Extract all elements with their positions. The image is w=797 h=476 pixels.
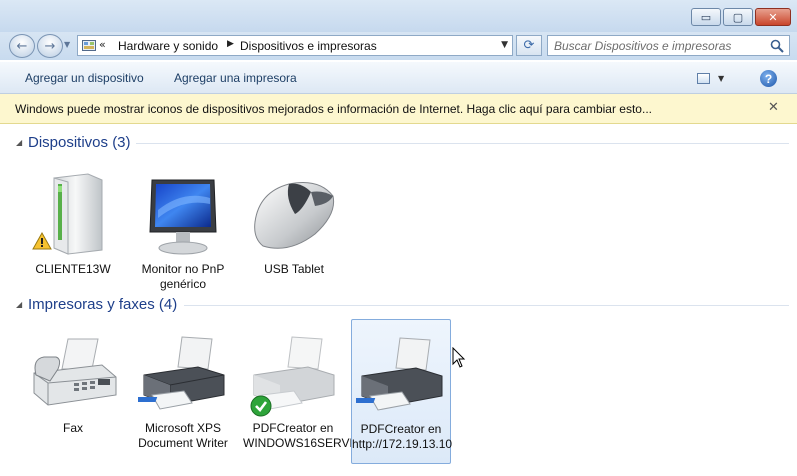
collapse-triangle-icon[interactable]: ◢	[16, 138, 22, 147]
device-item-cliente13w[interactable]: CLIENTE13W	[23, 170, 123, 277]
fax-icon	[28, 329, 118, 419]
printer-item-pdfcreator-http[interactable]: PDFCreator en http://172.19.13.10	[351, 319, 453, 464]
recent-pages-dropdown[interactable]: ▼	[64, 40, 70, 49]
mouse-icon	[249, 170, 339, 260]
back-arrow-icon: ←	[16, 38, 28, 54]
group-title-printers: Impresoras y faxes (4)	[28, 296, 178, 313]
search-box[interactable]	[547, 35, 790, 56]
group-divider	[136, 143, 789, 144]
printer-label: Fax	[62, 421, 83, 435]
address-dropdown-button[interactable]: ▼	[501, 40, 508, 50]
help-button[interactable]: ?	[760, 70, 777, 87]
refresh-icon: ⟳	[523, 38, 535, 53]
refresh-button[interactable]: ⟳	[516, 35, 542, 56]
forward-arrow-icon: →	[44, 38, 56, 54]
close-button[interactable]: ✕	[755, 8, 791, 26]
printer-icon	[135, 329, 228, 419]
search-input[interactable]	[554, 38, 759, 53]
group-header-printers[interactable]: ◢ Impresoras y faxes (4)	[16, 296, 796, 314]
add-printer-button[interactable]: Agregar una impresora	[174, 71, 297, 85]
printer-label: PDFCreator en http://172.19.13.10	[352, 422, 453, 451]
group-divider	[184, 305, 789, 306]
add-device-button[interactable]: Agregar un dispositivo	[25, 71, 144, 85]
device-label: Monitor no PnP genérico	[141, 262, 225, 291]
printer-icon	[248, 329, 338, 419]
printer-label: Microsoft XPS Document Writer	[138, 421, 228, 450]
printer-item-microsoft-xps[interactable]: Microsoft XPS Document Writer	[133, 329, 233, 451]
close-icon: ✕	[768, 10, 778, 24]
device-label: CLIENTE13W	[35, 262, 111, 276]
info-bar-close-button[interactable]: ✕	[768, 100, 779, 115]
breadcrumb-overflow-button[interactable]: «	[99, 38, 106, 51]
warning-icon	[32, 232, 52, 250]
info-bar-message[interactable]: Windows puede mostrar iconos de disposit…	[15, 102, 652, 116]
mouse-cursor-icon	[452, 347, 466, 368]
control-panel-icon	[82, 40, 96, 51]
device-item-usb-tablet[interactable]: USB Tablet	[244, 170, 344, 277]
info-bar[interactable]: Windows puede mostrar iconos de disposit…	[0, 94, 797, 124]
command-bar: Agregar un dispositivo Agregar una impre…	[0, 62, 797, 94]
minimize-button[interactable]: ▭	[691, 8, 721, 26]
address-row: ← → ▼ « Hardware y sonido ▶ Dispositivos…	[0, 32, 797, 60]
minimize-icon: ▭	[700, 10, 712, 24]
window-controls: ▭ ▢ ✕	[691, 8, 791, 26]
maximize-icon: ▢	[732, 10, 744, 24]
computer-tower-icon	[28, 170, 118, 260]
printer-item-fax[interactable]: Fax	[23, 329, 123, 436]
monitor-icon	[138, 170, 228, 260]
change-view-button[interactable]: ▼	[697, 70, 733, 86]
device-item-monitor[interactable]: Monitor no PnP genérico	[133, 170, 233, 292]
device-label: USB Tablet	[264, 262, 324, 276]
forward-button[interactable]: →	[37, 34, 63, 58]
breadcrumb-dispositivos-e-impresoras[interactable]: Dispositivos e impresoras	[240, 39, 377, 53]
address-bar[interactable]: « Hardware y sonido ▶ Dispositivos e imp…	[77, 35, 513, 56]
title-bar: ▭ ▢ ✕	[0, 0, 797, 32]
printer-label: PDFCreator en WINDOWS16SERVER	[243, 421, 367, 450]
group-title-devices: Dispositivos (3)	[28, 134, 131, 151]
default-check-icon	[250, 395, 272, 417]
view-icon	[697, 72, 710, 84]
search-icon[interactable]	[770, 39, 784, 53]
breadcrumb-separator[interactable]: ▶	[227, 39, 234, 49]
back-button[interactable]: ←	[9, 34, 35, 58]
printer-item-pdfcreator-windows16server[interactable]: PDFCreator en WINDOWS16SERVER	[243, 329, 367, 451]
maximize-button[interactable]: ▢	[723, 8, 753, 26]
chevron-down-icon: ▼	[718, 73, 725, 83]
group-header-devices[interactable]: ◢ Dispositivos (3)	[16, 134, 796, 152]
collapse-triangle-icon[interactable]: ◢	[16, 300, 22, 309]
help-icon: ?	[764, 71, 773, 86]
breadcrumb-hardware-y-sonido[interactable]: Hardware y sonido	[118, 39, 218, 53]
printer-icon	[353, 330, 446, 420]
